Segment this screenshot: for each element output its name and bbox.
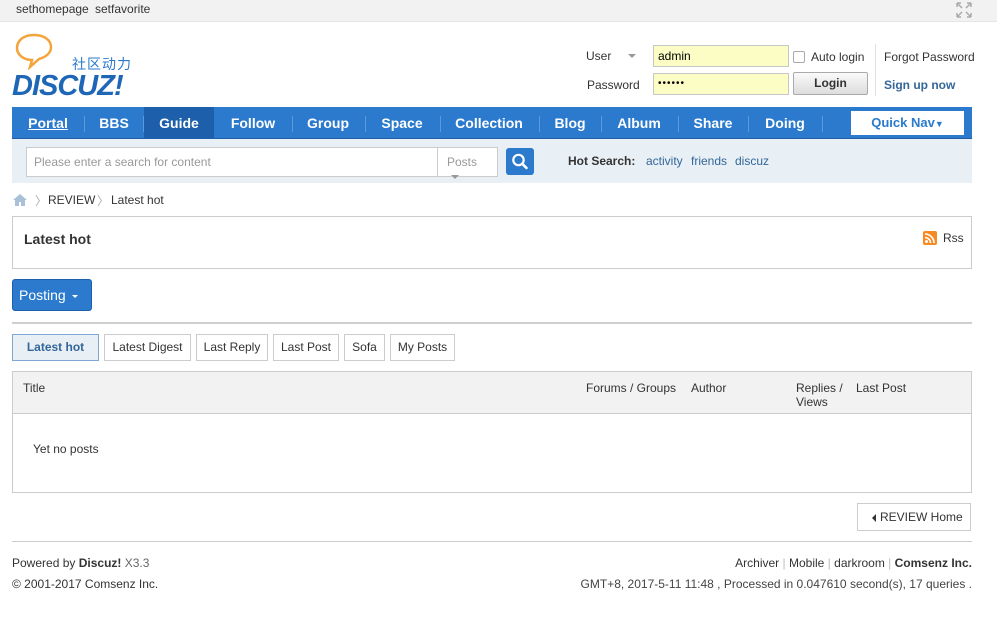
sign-up-link[interactable]: Sign up now [884,78,955,92]
comsenz-link[interactable]: Comsenz Inc. [895,556,972,570]
footer-separator: | [888,556,892,570]
tab-my-posts[interactable]: My Posts [390,334,455,361]
nav-item-collection[interactable]: Collection [446,107,532,139]
discuz-link[interactable]: Discuz! [79,556,122,570]
breadcrumb-separator-icon: 〉 [97,194,110,208]
column-author: Author [691,381,727,395]
top-bar: sethomepage setfavorite [0,0,997,22]
nav-item-doing[interactable]: Doing [754,107,816,139]
logo-brand-text: DISCUZ! [12,70,124,102]
sethomepage-link[interactable]: sethomepage [16,2,89,16]
breadcrumb-separator-icon: 〉 [35,194,48,208]
forgot-password-link[interactable]: Forgot Password [884,50,975,64]
copyright: © 2001-2017 Comsenz Inc. [12,577,159,591]
login-button[interactable]: Login [793,72,868,95]
review-home-button[interactable]: REVIEW Home [857,503,971,531]
caret-left-icon [872,513,876,522]
tab-latest-digest[interactable]: Latest Digest [104,334,191,361]
hot-keyword-activity[interactable]: activity [646,154,683,168]
auto-login-label: Auto login [811,50,865,64]
auto-login-checkbox[interactable] [793,51,805,63]
search-bar: Please enter a search for content Posts … [12,139,972,183]
user-type-dropdown-icon[interactable] [628,54,636,58]
caret-down-icon: ▼ [934,119,944,129]
hot-keyword-discuz[interactable]: discuz [735,154,769,168]
section-title: Latest hot [24,231,91,247]
footer-separator: | [827,556,831,570]
tab-sofa[interactable]: Sofa [344,334,385,361]
password-label: Password [587,78,640,92]
column-last-post: Last Post [856,381,907,395]
discuz-logo[interactable]: 社区动力 DISCUZ! [12,32,152,102]
footer-divider [12,541,972,542]
password-input[interactable]: •••••• [653,73,789,95]
review-home-label: REVIEW Home [880,510,963,524]
expand-icon[interactable] [955,1,973,19]
caret-down-icon [71,294,78,298]
nav-separator [678,116,679,132]
hot-keyword-friends[interactable]: friends [691,154,727,168]
search-type-select[interactable]: Posts [437,147,498,179]
nav-separator [84,116,85,132]
mobile-link[interactable]: Mobile [789,556,824,570]
nav-separator [292,116,293,132]
column-views: Views [796,395,828,409]
footer-links: Archiver | Mobile | darkroom | Comsenz I… [735,556,972,570]
darkroom-link[interactable]: darkroom [834,556,885,570]
nav-item-bbs[interactable]: BBS [90,107,138,139]
column-forums: Forums / Groups [586,381,677,395]
rss-icon [923,231,937,245]
nav-separator [748,116,749,132]
divider [12,322,972,324]
quick-nav-button[interactable]: Quick Nav▼ [851,111,964,135]
nav-item-share[interactable]: Share [684,107,742,139]
home-icon[interactable] [12,193,28,210]
username-input[interactable]: admin [653,45,789,67]
powered-by: Powered by Discuz! X3.3 [12,556,149,570]
tab-last-post[interactable]: Last Post [273,334,339,361]
powered-prefix: Powered by [12,556,76,570]
posting-button[interactable]: Posting [12,279,92,311]
empty-message: Yet no posts [33,442,99,456]
nav-item-album[interactable]: Album [607,107,671,139]
nav-item-guide[interactable]: Guide [144,107,214,139]
nav-item-follow[interactable]: Follow [220,107,286,139]
nav-separator [601,116,602,132]
main-nav: Portal BBS Guide Follow Group Space Coll… [12,107,972,139]
nav-separator [440,116,441,132]
nav-separator [822,116,823,132]
tab-last-reply[interactable]: Last Reply [196,334,268,361]
search-input[interactable]: Please enter a search for content [26,147,438,177]
nav-separator [365,116,366,132]
quick-nav-label: Quick Nav [871,115,935,130]
login-divider [875,44,876,96]
rss-label: Rss [943,231,964,245]
version: X3.3 [124,556,150,570]
nav-item-portal[interactable]: Portal [18,107,78,139]
search-button[interactable] [506,148,534,175]
nav-item-group[interactable]: Group [298,107,358,139]
thread-table: Title Forums / Groups Author Replies / V… [12,371,972,493]
search-icon [512,153,528,170]
archiver-link[interactable]: Archiver [735,556,779,570]
section-header: Latest hot Rss [12,216,972,269]
column-replies: Replies / [796,381,843,395]
column-title: Title [23,381,46,395]
speech-bubble-icon [15,33,53,70]
tab-latest-hot[interactable]: Latest hot [12,334,99,361]
nav-separator [539,116,540,132]
breadcrumb-review[interactable]: REVIEW [48,193,95,207]
nav-item-space[interactable]: Space [371,107,433,139]
hot-search-label: Hot Search: [568,154,636,168]
footer-stats: GMT+8, 2017-5-11 11:48 , Processed in 0.… [580,577,972,591]
footer-separator: | [782,556,786,570]
breadcrumb-current: Latest hot [111,193,164,207]
nav-item-blog[interactable]: Blog [545,107,595,139]
setfavorite-link[interactable]: setfavorite [95,2,150,16]
caret-down-icon [451,174,459,179]
search-type-value: Posts [447,155,478,169]
posting-label: Posting [19,287,66,303]
table-header: Title Forums / Groups Author Replies / V… [13,372,971,414]
user-label: User [586,49,612,63]
